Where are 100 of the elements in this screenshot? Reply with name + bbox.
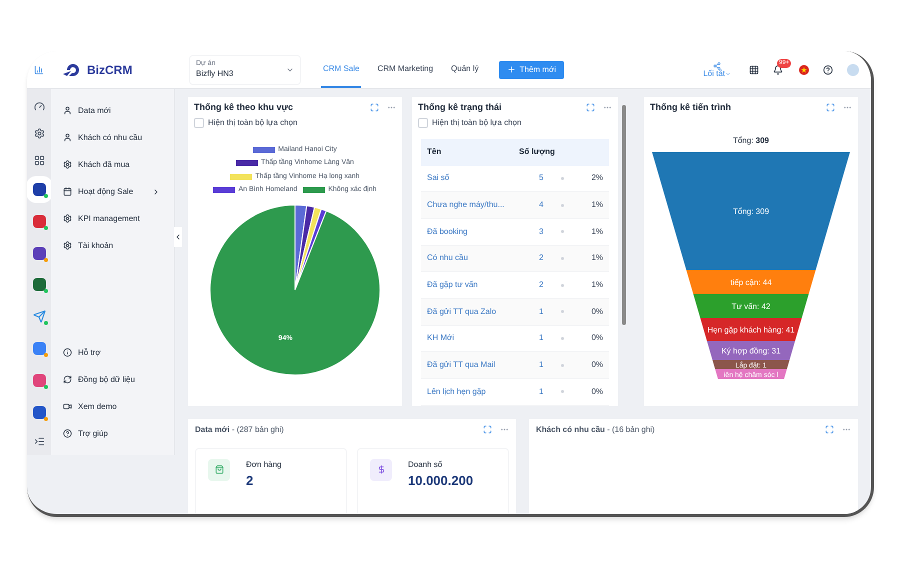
stage-label: tiếp cận: 44	[730, 278, 772, 286]
app-icon[interactable]	[32, 246, 46, 260]
table-cell: 1%	[591, 199, 603, 212]
table-cell: 1%	[591, 226, 603, 238]
logo-text: BizCRM	[87, 62, 132, 78]
funnel-total: Tổng: 309	[732, 134, 770, 146]
legend-swatch	[303, 187, 326, 194]
sidebar-item[interactable]: KPI management	[51, 205, 174, 232]
sidebar-item[interactable]: Khách có nhu cầu	[51, 124, 174, 151]
stat-value: 10.000.200	[408, 472, 474, 490]
stage-label: Tư vấn: 42	[732, 302, 770, 310]
sidebar-item[interactable]: Data mới	[51, 97, 174, 124]
chevron-icon	[725, 70, 731, 76]
table-cell-text: 2	[539, 252, 544, 264]
legend-swatch	[230, 174, 252, 180]
status-name-link[interactable]: Đã gửi TT qua Zalo	[427, 306, 539, 318]
chevron-icon	[174, 233, 182, 241]
table-cell: 0%	[591, 332, 603, 344]
settings-icon[interactable]	[34, 128, 44, 139]
dollar-icon	[370, 458, 392, 481]
shopping-bag-icon	[208, 458, 230, 481]
gear-icon	[63, 241, 72, 250]
stage-label: Hẹn gặp khách hàng: 41	[707, 325, 795, 334]
app-icon[interactable]	[32, 214, 46, 228]
help-icon[interactable]	[823, 64, 833, 74]
expand-icon[interactable]	[586, 103, 595, 112]
help-icon	[63, 429, 72, 438]
stat-label: Doanh số	[408, 458, 444, 471]
status-name-link[interactable]: Đã gặp tư vấn	[427, 279, 539, 292]
status-name-link[interactable]: Chưa nghe máy/thu...	[427, 199, 539, 212]
gear-icon	[63, 214, 72, 223]
stage-label: Ký hợp đồng: 31	[721, 346, 781, 355]
sidebar-item[interactable]: Tài khoản	[51, 232, 174, 259]
table-cell: 0%	[591, 306, 603, 318]
status-name-link[interactable]: Đã gửi TT qua Mail	[427, 359, 539, 372]
grid-icon[interactable]	[34, 154, 44, 166]
status-name-link[interactable]: Đã booking	[427, 226, 539, 238]
gear-icon	[63, 160, 72, 169]
sidebar-item[interactable]: Hỗ trợ	[51, 339, 174, 366]
status-name-link[interactable]: Có nhu cầu	[427, 252, 539, 264]
calendar-icon	[63, 187, 72, 196]
status-name-link[interactable]: KH Mới	[427, 332, 539, 344]
sidebar-item[interactable]: Xem demo	[51, 393, 174, 420]
stat-label: Đơn hàng	[246, 458, 282, 471]
panel-title: Thống kê theo khu vực	[194, 101, 294, 114]
table-cell: 0%	[591, 359, 603, 372]
table-cell-text: 5	[539, 172, 544, 184]
legend-swatch	[236, 160, 258, 166]
expand-icon[interactable]	[370, 103, 379, 112]
info-icon	[63, 348, 72, 357]
shortcut-button[interactable]: Lối tắt	[703, 62, 731, 78]
status-name-link[interactable]: Sai số	[427, 172, 539, 184]
app-icon[interactable]	[32, 278, 46, 292]
panel-title: Thống kê tiến trình	[650, 101, 731, 114]
table-cell: 0%	[591, 386, 603, 398]
table-cell-text: 1	[539, 332, 544, 344]
nav-tab[interactable]: CRM Marketing	[375, 51, 436, 88]
legend-swatch	[213, 187, 236, 194]
bell-icon[interactable]	[773, 64, 783, 74]
app-icon[interactable]	[32, 182, 46, 196]
column-header: Tên	[427, 146, 442, 158]
sidebar-item[interactable]: Hoạt động Sale	[51, 178, 174, 205]
dashboard-icon[interactable]	[34, 100, 44, 112]
expand-icon[interactable]	[826, 103, 835, 112]
table-cell: 2%	[591, 172, 603, 184]
table-cell: 1%	[591, 252, 603, 264]
apps-grid-icon[interactable]	[749, 64, 759, 74]
table-cell-text: 1	[539, 359, 544, 372]
sidebar-item[interactable]: Trợ giúp	[51, 420, 174, 447]
expand-icon[interactable]	[825, 425, 834, 434]
nav-tab[interactable]: Quản lý	[449, 51, 481, 88]
table-cell-text: 2	[539, 279, 544, 292]
chart-icon[interactable]	[34, 64, 44, 74]
column-header: Số lượng	[519, 146, 555, 158]
list-icon[interactable]	[34, 436, 44, 448]
status-name-link[interactable]: Lên lịch hẹn gặp	[427, 386, 539, 398]
video-icon	[63, 402, 72, 411]
table-cell-text: 3	[539, 226, 544, 238]
sidebar-item[interactable]: Khách đã mua	[51, 151, 174, 178]
panel-title: Khách có nhu cầu - (16 bản ghi)	[536, 424, 655, 436]
expand-icon[interactable]	[483, 425, 492, 434]
checkbox[interactable]	[194, 118, 204, 128]
stage-label: Tổng: 309	[732, 206, 770, 216]
checkbox-label: Hiện thị toàn bộ lựa chọn	[208, 116, 298, 128]
sync-icon	[63, 375, 72, 384]
table-cell: 1%	[591, 279, 603, 292]
stat-value: 2	[246, 472, 254, 490]
sidebar-item[interactable]: Đồng bộ dữ liệu	[51, 366, 174, 393]
person-icon	[63, 106, 72, 115]
paper-plane-icon[interactable]	[32, 310, 46, 324]
person-icon	[63, 133, 72, 142]
chevron-icon	[152, 188, 160, 196]
checkbox-label: Hiện thị toàn bộ lựa chọn	[432, 116, 522, 128]
legend-swatch	[253, 146, 276, 153]
select-value: Bizfly HN3	[196, 68, 234, 79]
app-icon[interactable]	[32, 406, 46, 419]
collapse-button[interactable]	[174, 227, 182, 247]
checkbox[interactable]	[418, 118, 428, 128]
flag-icon[interactable]	[799, 64, 809, 74]
nav-tab[interactable]: CRM Sale	[321, 51, 362, 88]
